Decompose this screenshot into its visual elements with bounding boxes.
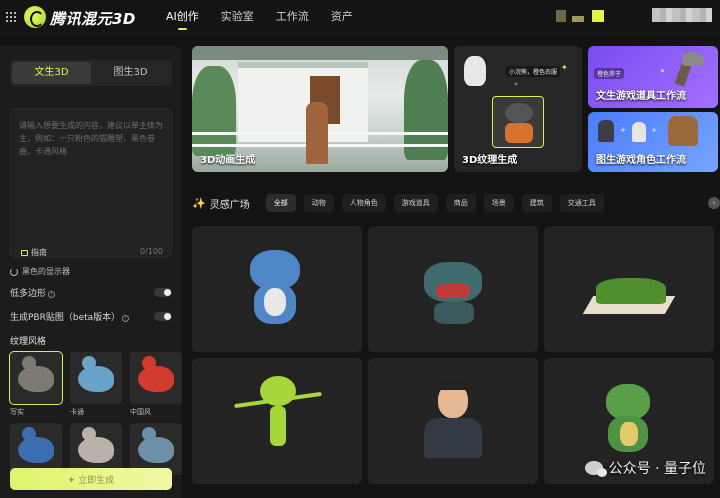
guide-link[interactable]: 指南 — [21, 247, 47, 258]
chip-vehicles[interactable]: 交通工具 — [559, 194, 604, 212]
gallery-title: 灵感广场 — [209, 199, 250, 211]
chip-characters[interactable]: 人物角色 — [341, 194, 386, 212]
nav-assets[interactable]: 资产 — [331, 0, 353, 36]
character-figure — [306, 102, 328, 164]
props-prompt-pill: 橙色斧子 — [594, 68, 625, 79]
banner-props-workflow[interactable]: 橙色斧子 » 文生游戏道具工作流 — [588, 46, 718, 108]
arrow-down-icon: » — [514, 80, 519, 88]
seal-model — [18, 427, 54, 463]
mode-tabs: 文生3D 图生3D — [10, 60, 172, 86]
chip-scenes[interactable]: 场景 — [483, 194, 514, 212]
raccoon-white-model — [464, 56, 486, 86]
gallery-card[interactable] — [192, 358, 362, 484]
user-avatar[interactable] — [652, 8, 712, 22]
top-bar: 腾讯混元3D AI创作 实验室 工作流 资产 — [0, 0, 720, 36]
seal-model — [138, 356, 174, 392]
raccoon-textured-model — [492, 96, 544, 148]
nav-lab[interactable]: 实验室 — [221, 0, 254, 36]
texture-style-thumbnail — [70, 352, 122, 404]
nav-ai-create[interactable]: AI创作 — [166, 0, 199, 36]
banner-props-workflow-label: 文生游戏道具工作流 — [596, 91, 686, 102]
low-poly-label: 低多边形 — [10, 289, 47, 299]
pbr-label: 生成PBR贴图（beta版本） — [10, 313, 121, 323]
create-panel: 文生3D 图生3D 指南 0/100 黑色的显示器 低多边形i 生成PBR贴图（… — [0, 46, 182, 498]
char-counter: 0/100 — [139, 247, 163, 256]
pbr-row: 生成PBR贴图（beta版本） i — [10, 310, 172, 323]
texture-prompt-pill: 小浣熊，橙色衣服 — [506, 66, 561, 77]
pixelated-icon — [572, 16, 584, 22]
tab-text-to-3d[interactable]: 文生3D — [12, 62, 91, 84]
low-poly-toggle[interactable] — [154, 288, 172, 297]
seal-model — [78, 427, 114, 463]
book-icon — [21, 249, 28, 256]
info-icon[interactable]: i — [122, 315, 130, 322]
gallery-header: ✨ 灵感广场 全部 动物 人物角色 游戏道具 商品 场景 建筑 交通工具 › — [192, 193, 720, 213]
banner-character-workflow-label: 图生游戏角色工作流 — [596, 155, 686, 166]
seal-model — [138, 427, 174, 463]
chip-animals[interactable]: 动物 — [303, 194, 334, 212]
hunyuan-logo-icon — [24, 6, 46, 28]
main-nav: AI创作 实验室 工作流 资产 — [166, 0, 375, 36]
banner-3d-texture[interactable]: 小浣熊，橙色衣服 ✦ » 3D纹理生成 — [454, 46, 582, 172]
chevron-right-icon[interactable]: › — [708, 197, 720, 209]
texture-style-item[interactable]: 写实 — [9, 351, 63, 417]
tab-image-to-3d[interactable]: 图生3D — [91, 62, 170, 84]
arrow-right-icon: » — [652, 126, 657, 134]
guide-label: 指南 — [31, 248, 47, 257]
character-textured-model — [668, 116, 698, 146]
banner-character-workflow[interactable]: + » 图生游戏角色工作流 — [588, 112, 718, 172]
refresh-icon — [10, 267, 18, 276]
example-prompt[interactable]: 黑色的显示器 — [10, 266, 70, 277]
texture-style-item[interactable]: 卡通 — [70, 352, 122, 417]
texture-style-item[interactable]: 中国风 — [130, 352, 182, 417]
texture-style-thumbnail — [130, 352, 182, 404]
gallery-card[interactable] — [192, 226, 362, 352]
seal-model — [18, 356, 54, 392]
watermark: 公众号 · 量子位 — [584, 458, 706, 478]
main-content: 3D动画生成 小浣熊，橙色衣服 ✦ » 3D纹理生成 橙色斧子 » 文生游戏道具… — [190, 46, 720, 498]
watermark-text: 公众号 · 量子位 — [608, 461, 706, 477]
texture-style-label: 写实 — [10, 408, 24, 416]
texture-style-label: 卡通 — [70, 408, 84, 416]
wechat-icon — [584, 461, 607, 477]
pixelated-icon — [556, 10, 566, 22]
dragon-model — [606, 384, 650, 420]
nav-workflow[interactable]: 工作流 — [276, 0, 309, 36]
prompt-input[interactable] — [19, 119, 165, 189]
character-white-model — [632, 122, 646, 142]
sparkle-icon: ✨ — [192, 196, 206, 210]
texture-style-thumbnail — [9, 351, 63, 405]
banner-3d-animation-label: 3D动画生成 — [200, 155, 256, 166]
character-sketch — [598, 120, 614, 142]
texture-style-label: 中国风 — [130, 408, 151, 416]
gallery-card[interactable] — [544, 226, 714, 352]
credits-icon[interactable] — [592, 10, 604, 22]
example-prompt-text: 黑色的显示器 — [22, 267, 70, 276]
chip-products[interactable]: 商品 — [445, 194, 476, 212]
banner-3d-animation[interactable]: 3D动画生成 — [192, 46, 448, 172]
arrow-right-icon: » — [660, 66, 665, 75]
low-poly-row: 低多边形 i — [10, 286, 172, 299]
apps-grid-icon[interactable] — [6, 12, 16, 22]
generate-button[interactable]: ✦ 立即生成 — [10, 468, 172, 490]
prompt-box: 指南 0/100 — [10, 108, 172, 258]
texture-style-title: 纹理风格 — [10, 337, 47, 347]
gallery-card[interactable] — [368, 226, 538, 352]
pbr-toggle[interactable] — [154, 312, 172, 321]
seal-model — [78, 356, 114, 392]
chip-buildings[interactable]: 建筑 — [521, 194, 552, 212]
brand-title: 腾讯混元3D — [50, 10, 136, 28]
sparkle-icon: ✦ — [561, 63, 568, 72]
info-icon[interactable]: i — [48, 291, 56, 298]
banner-3d-texture-label: 3D纹理生成 — [462, 155, 518, 166]
chip-all[interactable]: 全部 — [265, 194, 296, 212]
chip-game-props[interactable]: 游戏道具 — [393, 194, 438, 212]
gallery-card[interactable] — [368, 358, 538, 484]
